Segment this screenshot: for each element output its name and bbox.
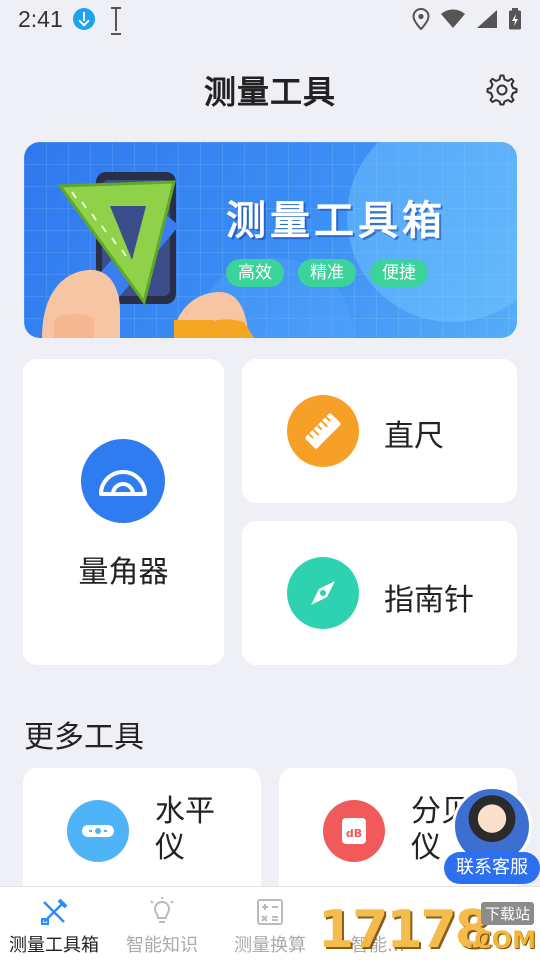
promo-banner[interactable]: 测量工具箱 高效 精准 便捷 bbox=[24, 142, 517, 338]
banner-tag: 精准 bbox=[298, 259, 356, 287]
level-label: 水平 仪 bbox=[155, 794, 215, 865]
nav-label-toolbox: 测量工具箱 bbox=[9, 935, 99, 956]
svg-text:dB: dB bbox=[346, 827, 362, 840]
more-tools-title: 更多工具 bbox=[24, 720, 144, 755]
protractor-card[interactable]: 量角器 bbox=[23, 359, 224, 665]
status-time: 2:41 bbox=[18, 5, 63, 32]
lightbulb-icon bbox=[150, 897, 174, 923]
ruler-icon bbox=[287, 395, 359, 467]
battery-icon bbox=[509, 8, 521, 30]
banner-tag: 便捷 bbox=[370, 259, 428, 287]
compass-label: 指南针 bbox=[384, 583, 474, 618]
watermark-number: 17178 bbox=[318, 900, 491, 960]
site-watermark-logo: 17178 下载站 .COM bbox=[314, 896, 540, 960]
nav-item-toolbox[interactable]: 测量工具箱 bbox=[0, 887, 108, 960]
calculator-icon bbox=[257, 899, 283, 925]
spirit-level-icon bbox=[67, 800, 129, 862]
status-bar: 2:41 bbox=[0, 0, 540, 38]
nav-label-conversion: 测量换算 bbox=[234, 935, 306, 956]
phone-ruler-illustration bbox=[42, 172, 254, 338]
banner-tag: 高效 bbox=[226, 259, 284, 287]
page-title: 测量工具 bbox=[203, 73, 336, 111]
app-header: 测量工具 bbox=[0, 62, 540, 118]
location-icon bbox=[412, 8, 430, 30]
compass-icon bbox=[287, 557, 359, 629]
customer-support-button[interactable]: 联系客服 bbox=[444, 786, 540, 886]
nav-item-knowledge[interactable]: 智能知识 bbox=[108, 887, 216, 960]
support-label: 联系客服 bbox=[444, 852, 540, 884]
watermark-sub: 下载站 bbox=[480, 902, 534, 925]
nav-label-knowledge: 智能知识 bbox=[126, 935, 198, 956]
ruler-card[interactable]: 直尺 bbox=[242, 359, 517, 503]
protractor-icon bbox=[81, 439, 165, 523]
ruler-label: 直尺 bbox=[384, 419, 444, 454]
download-notification-icon bbox=[72, 8, 95, 30]
tools-cross-icon bbox=[41, 898, 68, 925]
watermark-suffix: .COM bbox=[464, 926, 536, 954]
status-icons bbox=[412, 8, 522, 30]
signal-icon bbox=[477, 10, 497, 28]
nav-item-conversion[interactable]: 测量换算 bbox=[216, 887, 324, 960]
protractor-label: 量角器 bbox=[78, 555, 169, 590]
compass-card[interactable]: 指南针 bbox=[242, 521, 517, 665]
settings-gear-icon[interactable] bbox=[486, 74, 518, 106]
banner-title: 测量工具箱 bbox=[226, 198, 446, 244]
text-cursor-icon bbox=[109, 7, 123, 35]
wifi-icon bbox=[441, 9, 465, 28]
decibel-meter-icon: dB bbox=[323, 800, 385, 862]
